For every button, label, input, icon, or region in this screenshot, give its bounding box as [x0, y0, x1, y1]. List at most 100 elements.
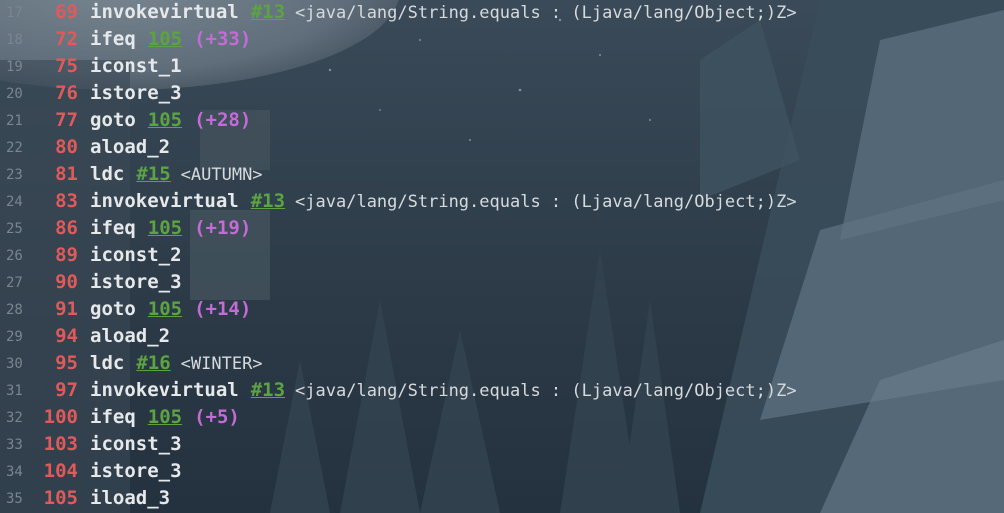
opcode: istore_3	[90, 271, 182, 293]
operand-link[interactable]: 105	[148, 406, 182, 428]
constant-comment: <java/lang/String.equals : (Ljava/lang/O…	[295, 3, 797, 23]
line-number: 25	[6, 221, 23, 237]
bytecode-offset: 97	[55, 379, 78, 401]
operand-link[interactable]: 105	[148, 217, 182, 239]
line-number: 34	[6, 464, 23, 480]
opcode: ldc	[90, 163, 125, 185]
constant-comment: <WINTER>	[180, 354, 263, 374]
instruction: 89 iconst_2	[40, 243, 181, 267]
instruction: 103 iconst_3	[40, 432, 182, 456]
code-line[interactable]: 19 75 iconst_1	[0, 54, 1004, 81]
instruction: 105 iload_3	[40, 486, 170, 510]
instruction: 94 aload_2	[40, 324, 170, 348]
instruction: 72 ifeq 105 (+33)	[40, 27, 251, 51]
operand-link[interactable]: #13	[251, 379, 285, 401]
relative-jump: (+19)	[194, 217, 252, 239]
line-number: 20	[6, 86, 23, 102]
opcode: aload_2	[90, 325, 171, 347]
opcode: iconst_1	[90, 55, 182, 77]
line-number: 35	[6, 491, 23, 507]
code-line[interactable]: 24 83 invokevirtual #13 <java/lang/String.eq…	[0, 189, 1004, 216]
bytecode-offset: 72	[55, 28, 78, 50]
code-line[interactable]: 33 103 iconst_3	[0, 432, 1004, 459]
operand-link[interactable]: 105	[148, 298, 182, 320]
code-line[interactable]: 27 90 istore_3	[0, 270, 1004, 297]
line-number: 30	[6, 356, 23, 372]
bytecode-offset: 76	[55, 82, 78, 104]
bytecode-editor[interactable]: 17 69 invokevirtual #13 <java/lang/String.eq…	[0, 0, 1004, 513]
code-line[interactable]: 17 69 invokevirtual #13 <java/lang/String.eq…	[0, 0, 1004, 27]
line-number: 23	[6, 167, 23, 183]
code-line[interactable]: 30 95 ldc #16 <WINTER>	[0, 351, 1004, 378]
operand-link[interactable]: #15	[136, 163, 170, 185]
code-line[interactable]: 22 80 aload_2	[0, 135, 1004, 162]
operand-link[interactable]: 105	[148, 28, 182, 50]
bytecode-offset: 86	[55, 217, 78, 239]
line-number: 33	[6, 437, 23, 453]
instruction: 95 ldc #16 <WINTER>	[40, 351, 263, 376]
line-number: 17	[6, 5, 23, 21]
opcode: iload_3	[90, 487, 171, 509]
operand-link[interactable]: #13	[251, 1, 285, 23]
bytecode-offset: 95	[55, 352, 78, 374]
instruction: 100 ifeq 105 (+5)	[40, 405, 240, 429]
opcode: ifeq	[90, 406, 136, 428]
bytecode-offset: 75	[55, 55, 78, 77]
instruction: 86 ifeq 105 (+19)	[40, 216, 251, 240]
relative-jump: (+14)	[194, 298, 252, 320]
code-line[interactable]: 18 72 ifeq 105 (+33)	[0, 27, 1004, 54]
code-line[interactable]: 21 77 goto 105 (+28)	[0, 108, 1004, 135]
relative-jump: (+28)	[194, 109, 252, 131]
instruction: 104 istore_3	[40, 459, 182, 483]
opcode: invokevirtual	[90, 190, 239, 212]
instruction: 91 goto 105 (+14)	[40, 297, 251, 321]
line-number: 21	[6, 113, 23, 129]
code-line[interactable]: 31 97 invokevirtual #13 <java/lang/String.eq…	[0, 378, 1004, 405]
code-line[interactable]: 28 91 goto 105 (+14)	[0, 297, 1004, 324]
instruction: 90 istore_3	[40, 270, 182, 294]
code-line[interactable]: 34 104 istore_3	[0, 459, 1004, 486]
line-number: 29	[6, 329, 23, 345]
code-line[interactable]: 32 100 ifeq 105 (+5)	[0, 405, 1004, 432]
constant-comment: <java/lang/String.equals : (Ljava/lang/O…	[295, 192, 797, 212]
line-number: 24	[6, 194, 23, 210]
opcode: ifeq	[90, 28, 136, 50]
line-number: 27	[6, 275, 23, 291]
code-line[interactable]: 35 105 iload_3	[0, 486, 1004, 513]
operand-link[interactable]: 105	[148, 109, 182, 131]
opcode: istore_3	[90, 460, 182, 482]
bytecode-offset: 77	[55, 109, 78, 131]
operand-link[interactable]: #13	[251, 190, 285, 212]
bytecode-offset: 91	[55, 298, 78, 320]
opcode: invokevirtual	[90, 379, 239, 401]
opcode: istore_3	[90, 82, 182, 104]
line-number: 32	[6, 410, 23, 426]
line-number: 26	[6, 248, 23, 264]
code-line[interactable]: 29 94 aload_2	[0, 324, 1004, 351]
opcode: invokevirtual	[90, 1, 239, 23]
opcode: goto	[90, 109, 136, 131]
operand-link[interactable]: #16	[136, 352, 170, 374]
instruction: 97 invokevirtual #13 <java/lang/String.equa…	[40, 378, 797, 403]
line-number: 28	[6, 302, 23, 318]
opcode: ifeq	[90, 217, 136, 239]
bytecode-offset: 94	[55, 325, 78, 347]
bytecode-offset: 89	[55, 244, 78, 266]
opcode: aload_2	[90, 136, 171, 158]
instruction: 81 ldc #15 <AUTUMN>	[40, 162, 263, 187]
code-line[interactable]: 26 89 iconst_2	[0, 243, 1004, 270]
bytecode-offset: 103	[43, 433, 78, 455]
constant-comment: <java/lang/String.equals : (Ljava/lang/O…	[295, 381, 797, 401]
code-line[interactable]: 23 81 ldc #15 <AUTUMN>	[0, 162, 1004, 189]
bytecode-offset: 83	[55, 190, 78, 212]
code-line[interactable]: 25 86 ifeq 105 (+19)	[0, 216, 1004, 243]
relative-jump: (+5)	[194, 406, 240, 428]
instruction: 76 istore_3	[40, 81, 182, 105]
bytecode-offset: 80	[55, 136, 78, 158]
line-number: 18	[6, 32, 23, 48]
bytecode-offset: 69	[55, 1, 78, 23]
bytecode-offset: 105	[43, 487, 78, 509]
bytecode-offset: 104	[43, 460, 78, 482]
code-line[interactable]: 20 76 istore_3	[0, 81, 1004, 108]
constant-comment: <AUTUMN>	[180, 165, 263, 185]
